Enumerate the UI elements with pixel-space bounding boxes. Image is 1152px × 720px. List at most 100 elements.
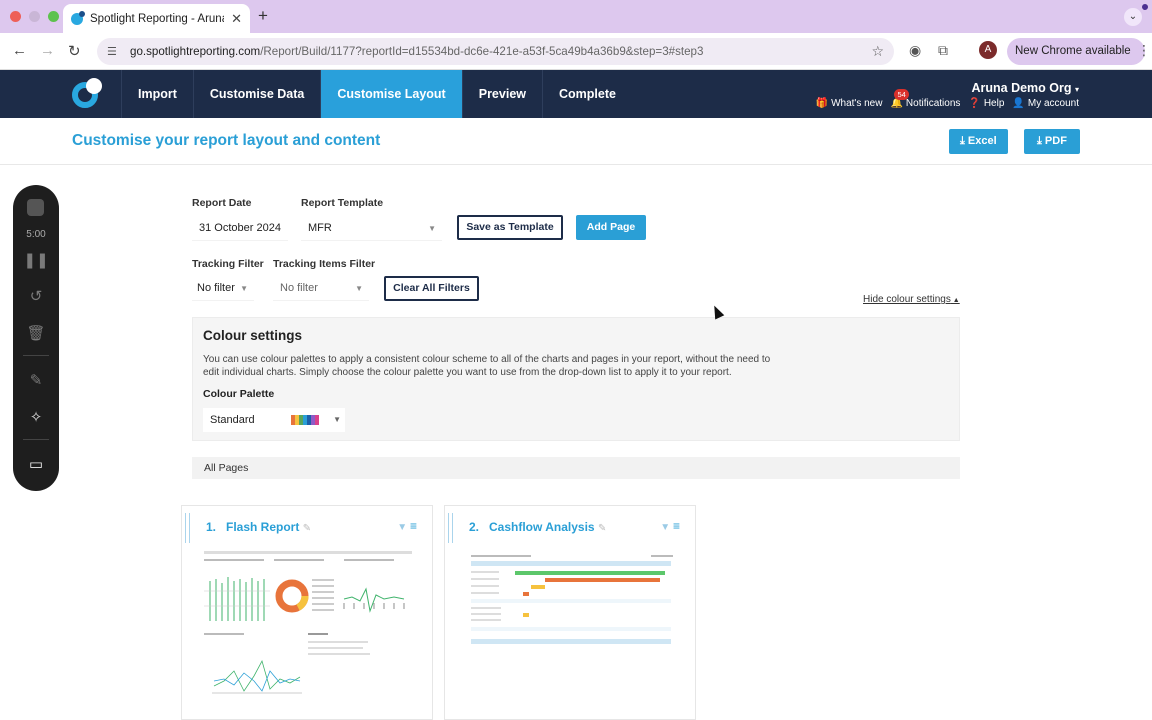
tab-customise-data[interactable]: Customise Data bbox=[192, 70, 321, 118]
zoom-window-button[interactable] bbox=[48, 11, 59, 22]
page-card-tools: ▼ ≡ bbox=[397, 519, 417, 533]
cashflow-analysis-thumbnail[interactable] bbox=[467, 551, 675, 711]
recording-timer: 5:00 bbox=[26, 229, 46, 240]
download-icon: ⤓ bbox=[1037, 135, 1045, 147]
tracking-items-filter-select[interactable]: No filter ▼ bbox=[273, 276, 369, 301]
spotlight-favicon-icon bbox=[71, 10, 85, 25]
edit-pencil-icon[interactable]: ✎ bbox=[598, 523, 606, 534]
notifications-link[interactable]: 54 🔔 Notifications bbox=[890, 89, 960, 109]
edit-pencil-icon[interactable]: ✎ bbox=[303, 523, 311, 534]
hide-colour-settings-link[interactable]: Hide colour settings ▲ bbox=[863, 294, 960, 305]
tab-preview[interactable]: Preview bbox=[461, 70, 542, 118]
address-bar[interactable]: ☰ go.spotlightreporting.com /Report/Buil… bbox=[97, 38, 894, 65]
account-label: My account bbox=[1027, 98, 1079, 109]
filter-icon[interactable]: ▼ bbox=[660, 522, 670, 533]
export-excel-button[interactable]: ⤓ Excel bbox=[949, 129, 1008, 154]
browser-tab[interactable]: Spotlight Reporting - Aruna D ✕ bbox=[63, 4, 250, 33]
tab-customise-layout[interactable]: Customise Layout bbox=[320, 70, 462, 118]
menu-icon[interactable]: ≡ bbox=[410, 519, 417, 533]
back-icon[interactable]: ← bbox=[12, 42, 27, 59]
tab-title: Spotlight Reporting - Aruna D bbox=[90, 12, 224, 25]
site-info-icon[interactable]: ☰ bbox=[107, 45, 121, 58]
report-date-label: Report Date bbox=[192, 197, 252, 209]
profile-avatar[interactable]: A bbox=[979, 41, 997, 59]
tab-import[interactable]: Import bbox=[121, 70, 193, 118]
drag-handle-icon[interactable] bbox=[448, 513, 453, 543]
tab-search-icon[interactable]: ⌄ bbox=[1124, 8, 1142, 26]
page-title-link[interactable]: Cashflow Analysis ✎ bbox=[489, 520, 606, 534]
template-value: MFR bbox=[308, 222, 332, 234]
help-link[interactable]: ❓ Help bbox=[968, 98, 1004, 109]
excel-label: Excel bbox=[967, 135, 997, 147]
flash-report-thumbnail[interactable] bbox=[204, 551, 412, 711]
browser-tab-bar: Spotlight Reporting - Aruna D ✕ + ⌄ bbox=[0, 0, 1152, 33]
page-card-cashflow-analysis[interactable]: 2. Cashflow Analysis ✎ ▼ ≡ bbox=[444, 505, 696, 720]
report-template-select[interactable]: MFR ▼ bbox=[301, 216, 442, 241]
tracking-filter-label: Tracking Filter bbox=[192, 258, 264, 270]
trash-icon[interactable]: 🗑 bbox=[13, 324, 59, 342]
new-tab-icon[interactable]: + bbox=[258, 6, 268, 26]
tracking-filter-value: No filter bbox=[197, 282, 235, 294]
save-as-template-button[interactable]: Save as Template bbox=[457, 215, 563, 240]
page-card-flash-report[interactable]: 1. Flash Report ✎ ▼ ≡ bbox=[181, 505, 433, 720]
chrome-menu-icon[interactable]: ⋮ bbox=[1137, 42, 1151, 59]
page-title: Customise your report layout and content bbox=[72, 132, 381, 149]
user-icon: 👤 bbox=[1012, 98, 1025, 109]
org-switcher[interactable]: Aruna Demo Org ▾ bbox=[971, 81, 1079, 95]
org-name: Aruna Demo Org bbox=[971, 81, 1072, 95]
notification-dot-icon bbox=[1142, 4, 1148, 10]
palette-swatch-6 bbox=[315, 415, 319, 425]
forward-icon[interactable]: → bbox=[40, 42, 55, 59]
restart-icon[interactable]: ↺ bbox=[13, 287, 59, 305]
export-pdf-button[interactable]: ⤓ PDF bbox=[1024, 129, 1080, 154]
colour-settings-panel: Colour settings You can use colour palet… bbox=[192, 317, 960, 441]
bookmark-star-icon[interactable]: ☆ bbox=[871, 43, 884, 60]
whats-new-link[interactable]: 🎁 What's new bbox=[816, 98, 883, 109]
palette-value: Standard bbox=[210, 414, 255, 426]
hide-colour-label: Hide colour settings bbox=[863, 294, 951, 305]
chevron-down-icon: ▼ bbox=[333, 415, 341, 424]
clear-all-filters-button[interactable]: Clear All Filters bbox=[384, 276, 479, 301]
stop-recording-icon[interactable] bbox=[27, 199, 44, 216]
account-link[interactable]: 👤 My account bbox=[1012, 98, 1079, 109]
page-card-title: Flash Report bbox=[226, 520, 300, 534]
colour-palette-label: Colour Palette bbox=[203, 388, 275, 400]
chevron-up-icon: ▲ bbox=[950, 297, 960, 304]
tracking-items-value: No filter bbox=[280, 282, 318, 294]
drag-handle-icon[interactable] bbox=[185, 513, 190, 543]
add-page-button[interactable]: Add Page bbox=[576, 215, 646, 240]
close-window-button[interactable] bbox=[10, 11, 21, 22]
screen-recorder-toolbar: 5:00 ❚❚ ↺ 🗑 ✎ ✧ ▭ bbox=[13, 185, 59, 491]
extension-icon[interactable]: ◉ bbox=[909, 42, 921, 59]
effects-wand-icon[interactable]: ✧ bbox=[13, 408, 59, 426]
colour-palette-select[interactable]: Standard ▼ bbox=[203, 408, 345, 432]
header-links: 🎁 What's new 54 🔔 Notifications ❓ Help 👤 My a… bbox=[816, 89, 1079, 109]
filter-icon[interactable]: ▼ bbox=[397, 522, 407, 533]
camera-icon[interactable]: ▭ bbox=[13, 455, 59, 473]
notification-count-badge: 54 bbox=[894, 89, 909, 100]
spotlight-logo[interactable] bbox=[72, 78, 106, 110]
tracking-filter-select[interactable]: No filter ▼ bbox=[192, 276, 254, 301]
menu-icon[interactable]: ≡ bbox=[673, 519, 680, 533]
chevron-down-icon: ▾ bbox=[1074, 85, 1079, 94]
pen-icon[interactable]: ✎ bbox=[13, 371, 59, 389]
pdf-label: PDF bbox=[1044, 135, 1067, 147]
pause-icon[interactable]: ❚❚ bbox=[13, 251, 59, 269]
tracking-items-filter-label: Tracking Items Filter bbox=[273, 258, 376, 270]
report-date-field[interactable]: 31 October 2024 bbox=[192, 216, 288, 241]
page-title-bar: Customise your report layout and content… bbox=[0, 118, 1152, 165]
reload-icon[interactable]: ↻ bbox=[68, 42, 81, 60]
colour-settings-description: You can use colour palettes to apply a c… bbox=[203, 354, 771, 378]
page-card-title: Cashflow Analysis bbox=[489, 520, 595, 534]
browser-toolbar: ← → ↻ ☰ go.spotlightreporting.com /Repor… bbox=[0, 33, 1152, 70]
new-chrome-button[interactable]: New Chrome available bbox=[1007, 38, 1145, 65]
minimize-window-button[interactable] bbox=[29, 11, 40, 22]
chevron-down-icon: ▼ bbox=[240, 284, 248, 293]
close-tab-icon[interactable]: ✕ bbox=[231, 11, 242, 27]
window-controls bbox=[10, 11, 59, 22]
palette-swatches bbox=[291, 415, 319, 425]
download-icon: ⤓ bbox=[960, 135, 968, 147]
tab-complete[interactable]: Complete bbox=[542, 70, 632, 118]
puzzle-icon[interactable]: ⧉ bbox=[938, 42, 948, 59]
page-title-link[interactable]: Flash Report ✎ bbox=[226, 520, 311, 534]
